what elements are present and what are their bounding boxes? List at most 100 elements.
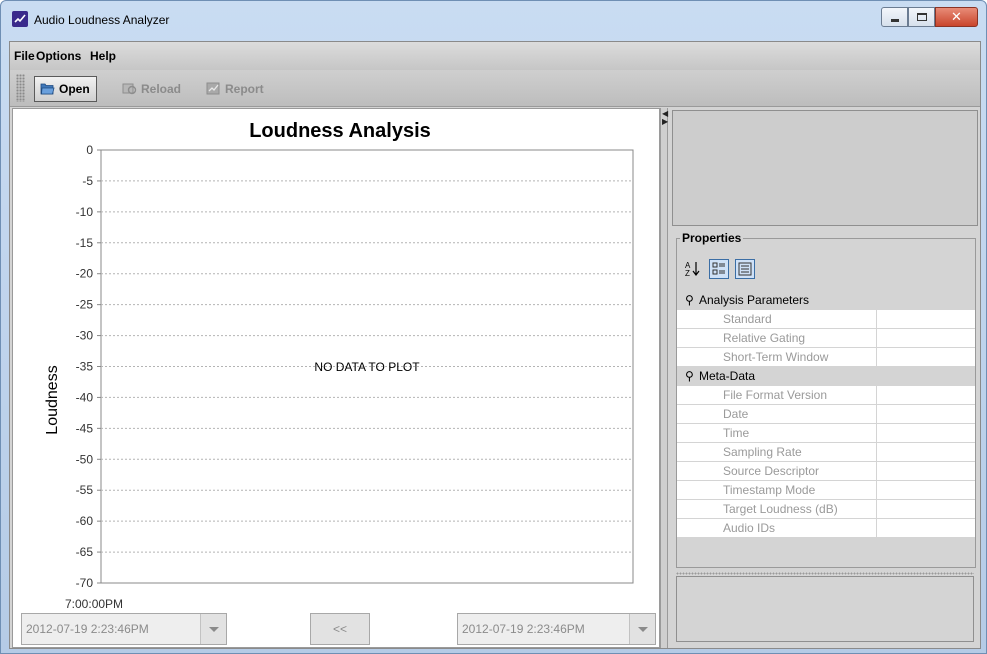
category-meta-data[interactable]: ⚲ Meta-Data bbox=[677, 367, 975, 386]
reload-icon bbox=[122, 83, 137, 95]
property-name: Timestamp Mode bbox=[677, 481, 877, 499]
categorized-view-icon[interactable] bbox=[709, 259, 729, 279]
property-row[interactable]: Short-Term Window bbox=[677, 348, 975, 367]
end-time-value: 2012-07-19 2:23:46PM bbox=[462, 622, 585, 636]
property-value[interactable] bbox=[877, 424, 975, 442]
client-area: File Options Help Open Reload Report Lou… bbox=[9, 41, 981, 649]
app-window: Audio Loudness Analyzer ✕ File Options H… bbox=[0, 0, 987, 654]
window-title: Audio Loudness Analyzer bbox=[34, 13, 170, 27]
property-value[interactable] bbox=[877, 519, 975, 537]
menu-options[interactable]: Options bbox=[36, 49, 81, 63]
toolbar-grip[interactable] bbox=[16, 74, 25, 102]
title-bar[interactable]: Audio Loudness Analyzer ✕ bbox=[1, 1, 986, 41]
property-row[interactable]: Date bbox=[677, 405, 975, 424]
property-name: Relative Gating bbox=[677, 329, 877, 347]
start-time-select[interactable]: 2012-07-19 2:23:46PM bbox=[21, 613, 227, 645]
property-name: Date bbox=[677, 405, 877, 423]
app-logo-icon bbox=[12, 11, 28, 27]
category-label: Meta-Data bbox=[699, 369, 756, 383]
property-name: File Format Version bbox=[677, 386, 877, 404]
x-tick-label: 7:00:00PM bbox=[65, 597, 123, 611]
y-tick-label: -35 bbox=[76, 360, 94, 374]
property-value[interactable] bbox=[877, 500, 975, 518]
start-time-value: 2012-07-19 2:23:46PM bbox=[26, 622, 149, 636]
close-button[interactable]: ✕ bbox=[935, 7, 978, 27]
list-view-icon[interactable] bbox=[735, 259, 755, 279]
property-row[interactable]: Standard bbox=[677, 310, 975, 329]
menu-file[interactable]: File bbox=[14, 49, 35, 63]
property-value[interactable] bbox=[877, 443, 975, 461]
properties-group: Properties AZ ⚲ Analysis Parameters Stan… bbox=[676, 231, 976, 568]
property-name: Audio IDs bbox=[677, 519, 877, 537]
y-tick-label: -65 bbox=[76, 545, 94, 559]
menu-bar: File Options Help bbox=[10, 42, 980, 70]
property-description bbox=[676, 576, 974, 642]
chart-panel: Loudness Analysis Loudness 0 -5 -10 -15 -20 -… bbox=[12, 108, 660, 648]
menu-help[interactable]: Help bbox=[90, 49, 116, 63]
loudness-chart: Loudness Analysis Loudness 0 -5 -10 -15 -20 -… bbox=[44, 120, 634, 611]
property-row[interactable]: Timestamp Mode bbox=[677, 481, 975, 500]
description-splitter[interactable] bbox=[676, 572, 974, 575]
property-name: Source Descriptor bbox=[677, 462, 877, 480]
property-name: Standard bbox=[677, 310, 877, 328]
chevron-down-icon[interactable] bbox=[200, 614, 226, 644]
category-label: Analysis Parameters bbox=[699, 293, 810, 307]
y-tick-label: -30 bbox=[76, 329, 94, 343]
chart-title: Loudness Analysis bbox=[249, 120, 431, 142]
maximize-icon bbox=[917, 13, 927, 21]
folder-icon bbox=[40, 83, 55, 95]
y-tick-label: -10 bbox=[76, 205, 94, 219]
property-row[interactable]: File Format Version bbox=[677, 386, 975, 405]
toolbar: Open Reload Report bbox=[10, 70, 980, 107]
sort-alpha-icon[interactable]: AZ bbox=[683, 259, 703, 279]
property-value[interactable] bbox=[877, 329, 975, 347]
property-row[interactable]: Audio IDs bbox=[677, 519, 975, 538]
y-tick-label: -15 bbox=[76, 236, 94, 250]
reload-label: Reload bbox=[141, 82, 182, 96]
maximize-button[interactable] bbox=[908, 7, 935, 27]
category-analysis-parameters[interactable]: ⚲ Analysis Parameters bbox=[677, 291, 975, 310]
report-button[interactable]: Report bbox=[200, 76, 271, 102]
empty-plot-message: NO DATA TO PLOT bbox=[314, 360, 420, 374]
y-tick-labels: 0 -5 -10 -15 -20 -25 -30 -35 -40 -45 -50 -55 -60 -65 -… bbox=[76, 143, 101, 590]
property-row[interactable]: Relative Gating bbox=[677, 329, 975, 348]
minimize-icon bbox=[891, 19, 899, 22]
y-axis-label: Loudness bbox=[44, 365, 61, 434]
property-name: Sampling Rate bbox=[677, 443, 877, 461]
property-name: Target Loudness (dB) bbox=[677, 500, 877, 518]
end-time-select[interactable]: 2012-07-19 2:23:46PM bbox=[457, 613, 656, 645]
property-value[interactable] bbox=[877, 386, 975, 404]
chevron-down-icon[interactable] bbox=[629, 614, 655, 644]
reload-button[interactable]: Reload bbox=[116, 76, 188, 102]
y-tick-label: -60 bbox=[76, 514, 94, 528]
pin-icon: ⚲ bbox=[685, 293, 694, 307]
pin-icon: ⚲ bbox=[685, 369, 694, 383]
panel-splitter[interactable]: ◀ ▶ bbox=[660, 108, 668, 648]
side-panel: Properties AZ ⚲ Analysis Parameters Stan… bbox=[670, 108, 980, 648]
property-name: Short-Term Window bbox=[677, 348, 877, 366]
collapse-right-icon[interactable]: ▶ bbox=[662, 118, 668, 126]
rewind-button[interactable]: << bbox=[310, 613, 370, 645]
property-value[interactable] bbox=[877, 462, 975, 480]
property-row[interactable]: Sampling Rate bbox=[677, 443, 975, 462]
open-label: Open bbox=[59, 82, 90, 96]
y-tick-label: -70 bbox=[76, 576, 94, 590]
y-tick-label: 0 bbox=[86, 143, 93, 157]
property-row[interactable]: Source Descriptor bbox=[677, 462, 975, 481]
y-tick-label: -40 bbox=[76, 390, 94, 404]
property-table: ⚲ Analysis Parameters Standard Relative G… bbox=[677, 291, 975, 538]
property-row[interactable]: Target Loudness (dB) bbox=[677, 500, 975, 519]
property-row[interactable]: Time bbox=[677, 424, 975, 443]
y-tick-label: -55 bbox=[76, 483, 94, 497]
y-tick-label: -20 bbox=[76, 267, 94, 281]
property-value[interactable] bbox=[877, 310, 975, 328]
property-value[interactable] bbox=[877, 405, 975, 423]
y-tick-label: -25 bbox=[76, 298, 94, 312]
property-value[interactable] bbox=[877, 348, 975, 366]
minimize-button[interactable] bbox=[881, 7, 908, 27]
report-label: Report bbox=[225, 82, 264, 96]
open-button[interactable]: Open bbox=[34, 76, 97, 102]
window-controls: ✕ bbox=[881, 7, 978, 27]
property-value[interactable] bbox=[877, 481, 975, 499]
menu-file-label: File bbox=[14, 49, 35, 63]
